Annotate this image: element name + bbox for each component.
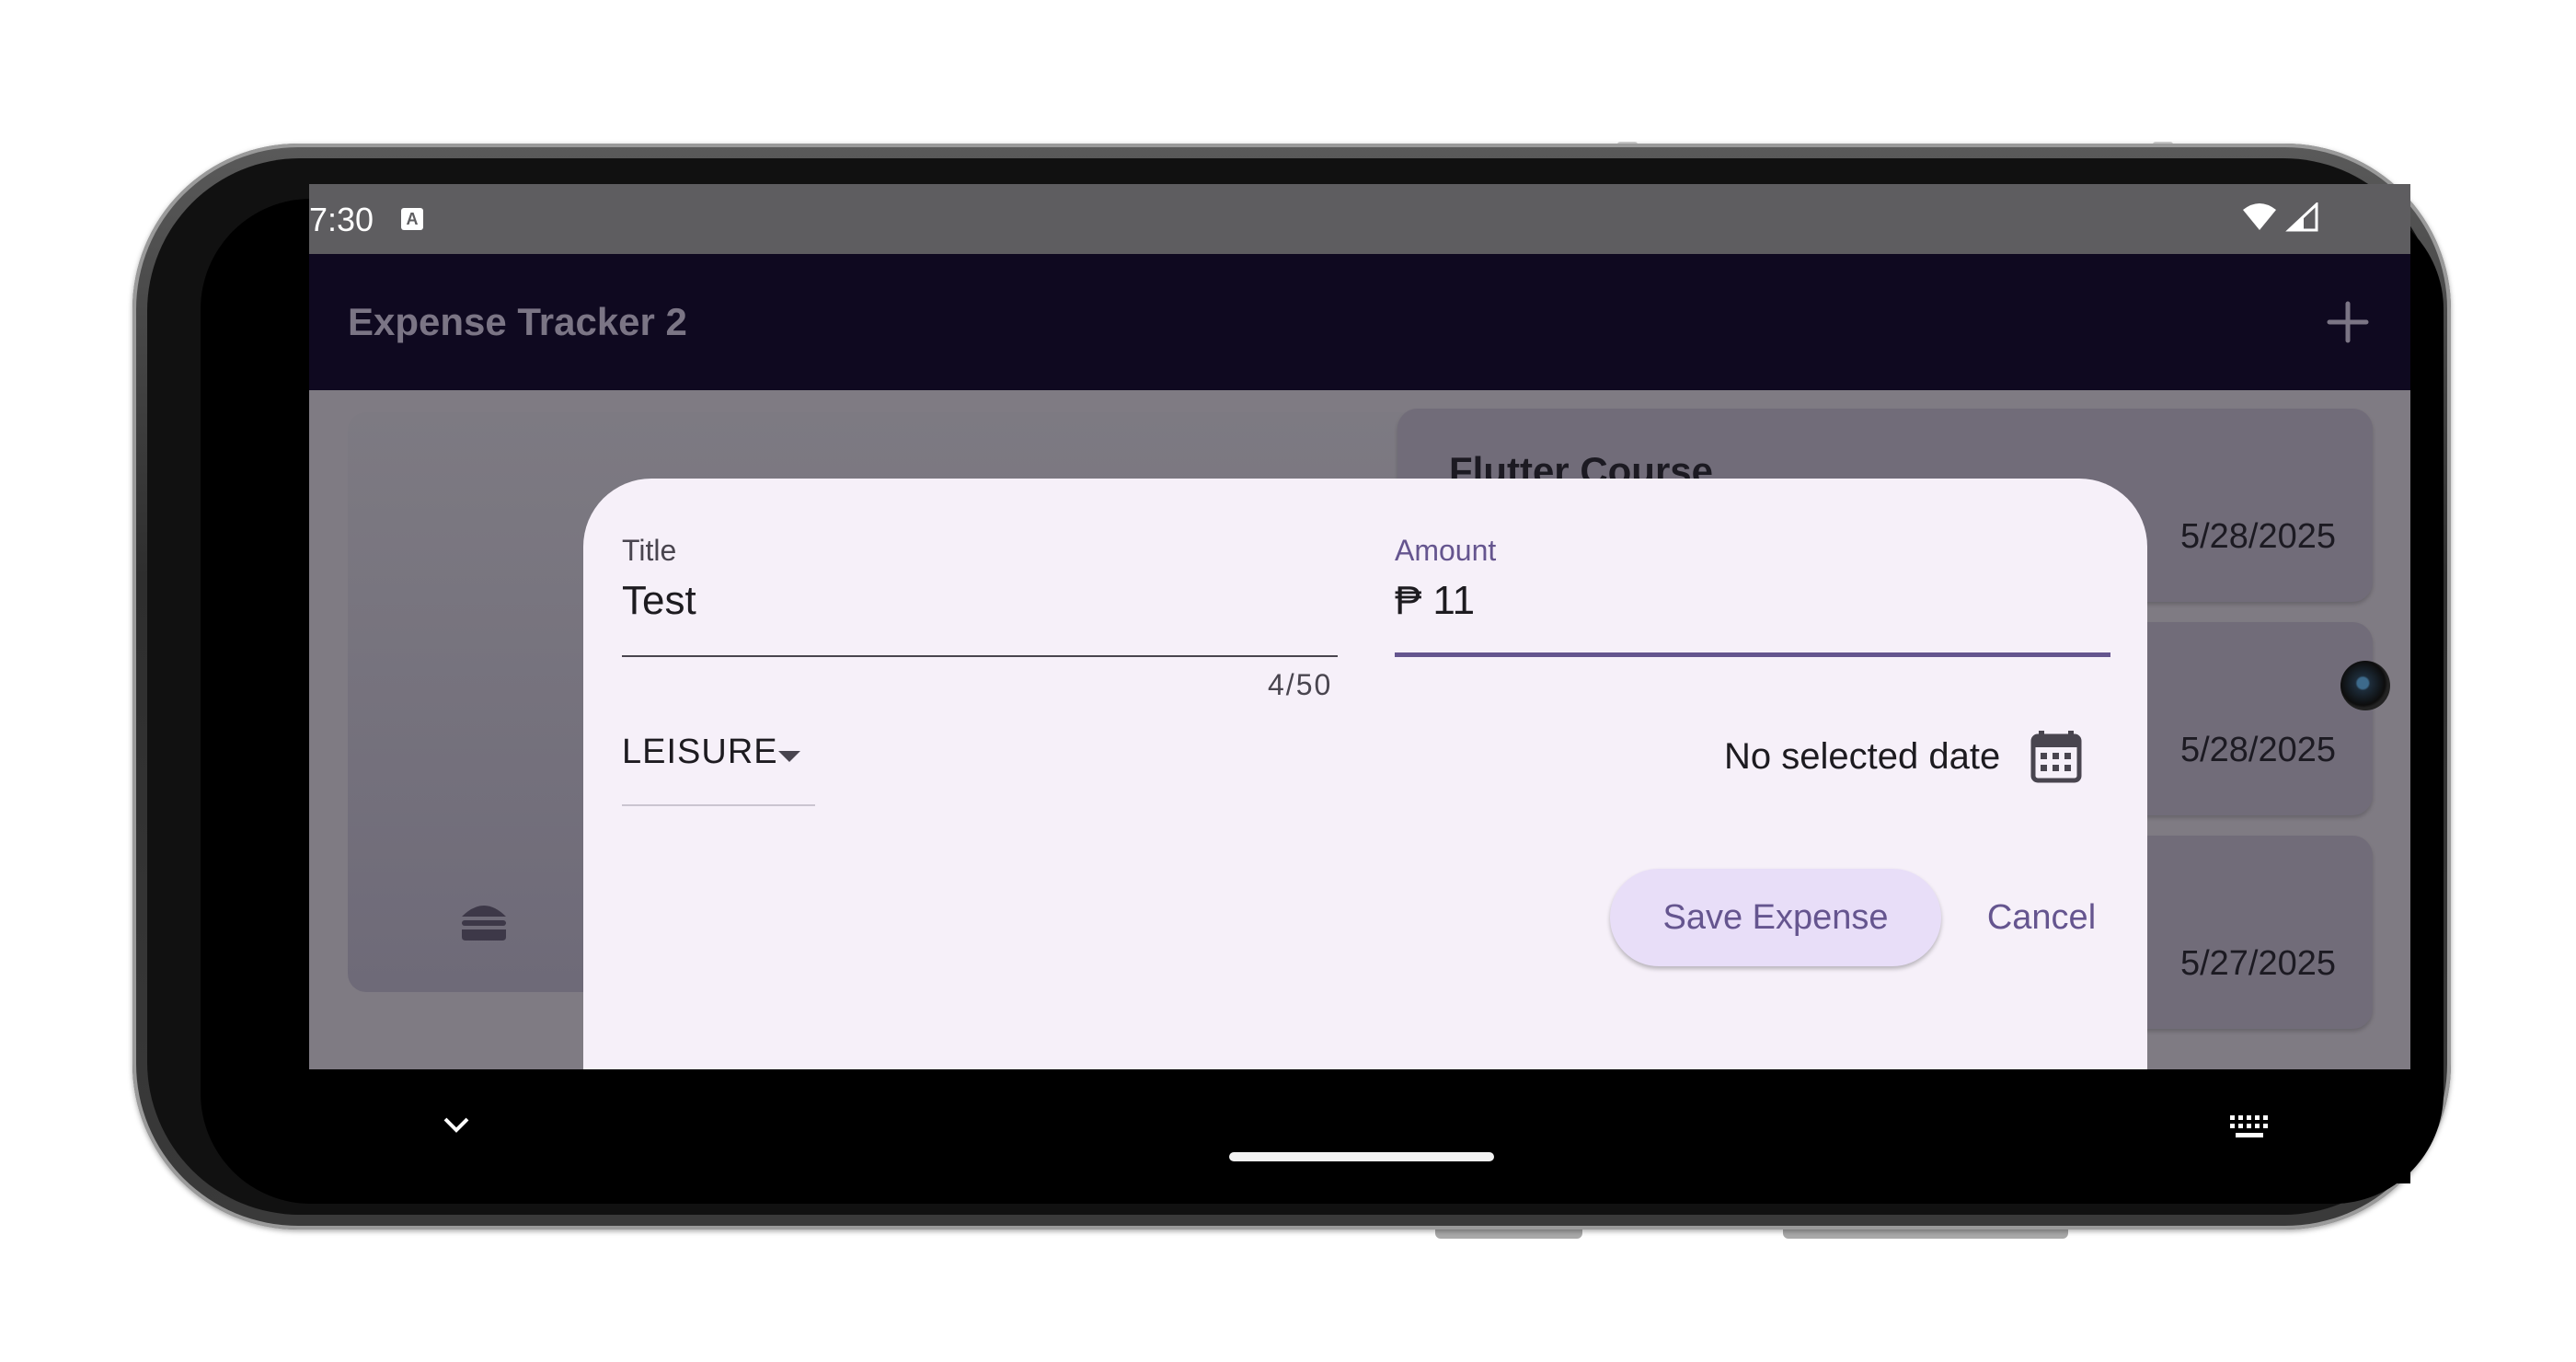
amount-input-content[interactable]: ₱ 11 xyxy=(1395,578,1475,624)
amount-input[interactable]: Amount ₱ 11 xyxy=(1395,534,2110,657)
dropdown-arrow-icon xyxy=(778,751,800,762)
title-input-value[interactable]: Test xyxy=(622,578,696,624)
category-selected-value: LEISURE xyxy=(622,733,778,771)
amount-input-label: Amount xyxy=(1395,534,1497,567)
amount-input-underline xyxy=(1395,652,2110,657)
status-time: 7:30 xyxy=(309,201,374,238)
title-character-counter: 4/50 xyxy=(1268,668,1333,701)
chevron-down-icon[interactable] xyxy=(438,1112,475,1139)
title-input-underline xyxy=(622,655,1338,657)
status-icons xyxy=(2241,202,2318,232)
save-expense-button[interactable]: Save Expense xyxy=(1610,869,1941,966)
add-icon[interactable] xyxy=(2322,296,2374,348)
title-input-label: Title xyxy=(622,534,677,567)
cancel-button[interactable]: Cancel xyxy=(1963,869,2120,966)
status-bar: 7:30 A xyxy=(309,184,2410,254)
calendar-icon[interactable] xyxy=(2024,723,2088,788)
cell-signal-icon xyxy=(2285,202,2318,232)
new-expense-sheet: Title Test 4/50 Amount ₱ 11 LEISURE No se… xyxy=(583,479,2147,1069)
amount-input-value[interactable]: 11 xyxy=(1432,578,1475,623)
wifi-icon xyxy=(2243,203,2276,230)
burger-icon xyxy=(462,906,506,941)
home-gesture-pill[interactable] xyxy=(1229,1152,1494,1161)
category-dropdown[interactable]: LEISURE xyxy=(622,733,815,806)
expense-item-date: 5/27/2025 xyxy=(2179,944,2336,983)
navigation-bar xyxy=(309,1069,2410,1183)
expense-item-date: 5/28/2025 xyxy=(2179,517,2336,556)
keyboard-icon[interactable] xyxy=(2228,1114,2271,1141)
front-camera xyxy=(2340,661,2390,710)
app-title: Expense Tracker 2 xyxy=(348,300,687,343)
expense-item-date: 5/28/2025 xyxy=(2179,731,2336,769)
title-input[interactable]: Title Test xyxy=(622,534,1338,657)
app-bar: Expense Tracker 2 xyxy=(309,254,2410,390)
selected-date-text: No selected date xyxy=(1724,736,2001,777)
notification-icon: A xyxy=(401,208,423,230)
currency-prefix: ₱ xyxy=(1395,578,1422,623)
